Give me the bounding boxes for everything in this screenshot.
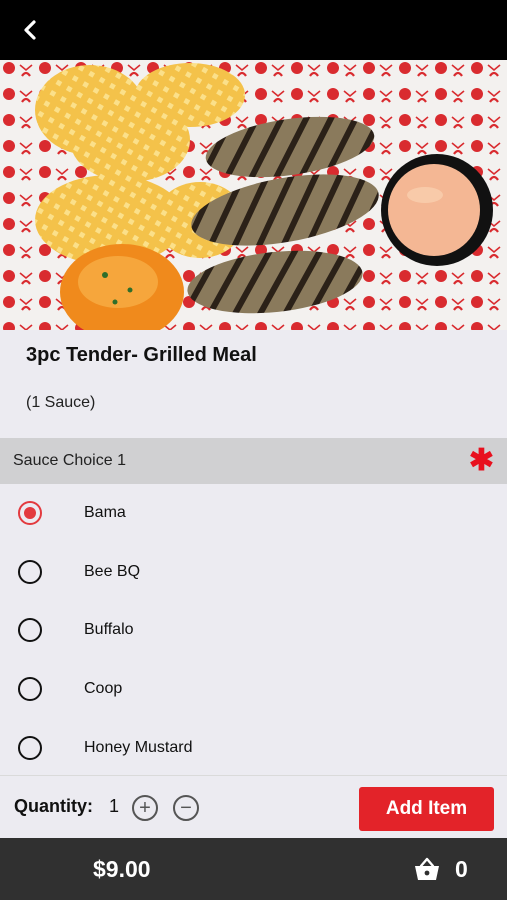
radio-button[interactable] <box>18 559 42 584</box>
item-description: (1 Sauce) <box>26 394 96 411</box>
item-photo <box>0 60 507 330</box>
quantity-value: 1 <box>109 796 120 816</box>
quantity-label: Quantity: <box>14 796 93 816</box>
plus-icon: + <box>139 797 151 819</box>
cart-summary-bar: $9.00 0 <box>0 838 507 900</box>
minus-icon: − <box>180 797 192 819</box>
cart-count[interactable]: 0 <box>455 856 468 883</box>
option-buffalo[interactable]: Buffalo <box>0 601 507 660</box>
radio-button[interactable] <box>18 677 42 702</box>
back-button[interactable] <box>14 14 48 46</box>
option-label: Honey Mustard <box>84 738 193 756</box>
modifier-group-label: Sauce Choice 1 <box>13 452 126 469</box>
quantity-bar: Quantity: 1 + − Add Item <box>0 775 507 838</box>
option-bama[interactable]: Bama <box>0 484 507 543</box>
option-label: Bama <box>84 504 126 521</box>
radio-button[interactable] <box>18 735 42 760</box>
required-asterisk-icon: ✱ <box>468 444 494 477</box>
top-navigation-bar <box>0 0 507 60</box>
chevron-left-icon <box>24 20 36 40</box>
total-price: $9.00 <box>93 856 151 882</box>
basket-icon[interactable] <box>413 855 441 883</box>
add-item-button[interactable]: Add Item <box>359 787 494 831</box>
item-info: 3pc Tender- Grilled Meal (1 Sauce) <box>0 330 507 438</box>
option-coop[interactable]: Coop <box>0 660 507 719</box>
option-label: Coop <box>84 680 123 698</box>
item-title: 3pc Tender- Grilled Meal <box>26 344 257 366</box>
sauce-options-list: Bama Bee BQ Buffalo Coop Honey Mustard <box>0 484 507 777</box>
radio-button-selected[interactable] <box>18 501 42 525</box>
decrease-quantity-button[interactable]: − <box>173 795 199 821</box>
option-label: Buffalo <box>84 621 134 639</box>
option-bee-bq[interactable]: Bee BQ <box>0 543 507 602</box>
option-honey-mustard[interactable]: Honey Mustard <box>0 719 507 778</box>
radio-button[interactable] <box>18 618 42 643</box>
modifier-group-header: Sauce Choice 1 ✱ <box>0 438 507 484</box>
increase-quantity-button[interactable]: + <box>132 795 158 821</box>
option-label: Bee BQ <box>84 562 141 580</box>
